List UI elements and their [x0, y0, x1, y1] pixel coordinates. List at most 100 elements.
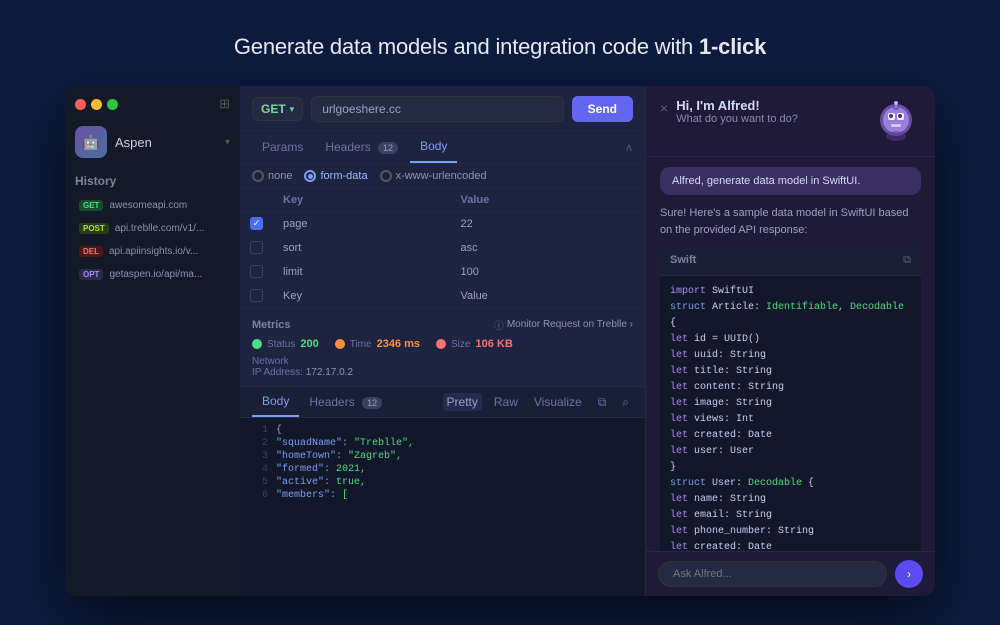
send-button[interactable]: Send	[572, 96, 633, 122]
size-value: 106 KB	[475, 338, 512, 350]
copy-icon[interactable]: ⧉	[594, 393, 611, 412]
radio-circle-none	[252, 170, 264, 182]
radio-none[interactable]: none	[252, 170, 292, 182]
url-bar: GET ▾ Send	[240, 86, 645, 131]
minimize-button[interactable]	[91, 99, 102, 110]
app-window: ⊞ 🤖 Aspen ▾ History GET awesomeapi.com P…	[65, 86, 935, 596]
alfred-greeting-sub: What do you want to do?	[676, 113, 871, 125]
method-label: GET	[261, 102, 286, 116]
code-line: 1{	[240, 424, 645, 437]
network-section: Network IP Address: 172.17.0.2	[252, 356, 633, 378]
response-tab-bar: Body Headers 12 Pretty Raw Visualize ⧉ ⌕	[240, 386, 645, 418]
ai-message: Sure! Here's a sample data model in Swif…	[660, 205, 921, 551]
list-item[interactable]: OPT getaspen.io/api/ma...	[71, 264, 234, 285]
swift-code-line: let phone_number: String	[670, 524, 911, 540]
search-icon[interactable]: ⌕	[618, 393, 633, 412]
alfred-header: × Hi, I'm Alfred! What do you want to do…	[646, 86, 935, 157]
radio-form-data[interactable]: form-data	[304, 170, 367, 182]
traffic-lights	[75, 99, 118, 110]
swift-code-line: let id = UUID()	[670, 332, 911, 348]
col-value-header: Value	[450, 189, 645, 212]
close-button[interactable]	[75, 99, 86, 110]
list-item[interactable]: POST api.treblle.com/v1/...	[71, 218, 234, 239]
alfred-robot-icon	[871, 98, 921, 148]
method-badge: POST	[79, 223, 109, 234]
tab-response-body[interactable]: Body	[252, 387, 299, 417]
raw-button[interactable]: Raw	[490, 393, 522, 411]
code-block: Swift ⧉ import SwiftUIstruct Article: Id…	[660, 246, 921, 551]
metric-status: Status 200	[252, 338, 319, 350]
tabs-chevron-icon[interactable]: ∧	[625, 141, 633, 154]
time-value: 2346 ms	[377, 338, 420, 350]
method-chevron-icon: ▾	[290, 104, 295, 115]
sidebar: ⊞ 🤖 Aspen ▾ History GET awesomeapi.com P…	[65, 86, 240, 596]
tab-bar: Params Headers 12 Body ∧	[240, 131, 645, 164]
swift-code-line: struct Article: Identifiable, Decodable …	[670, 300, 911, 332]
table-row[interactable]: ✓ page 22	[240, 212, 645, 236]
user-message: Alfred, generate data model in SwiftUI.	[660, 167, 921, 195]
body-options: none form-data x-www-urlencoded	[240, 164, 645, 189]
maximize-button[interactable]	[107, 99, 118, 110]
table-row[interactable]: sort asc	[240, 236, 645, 260]
monitor-link[interactable]: ⓘ Monitor Request on Treblle ›	[494, 317, 633, 332]
alfred-panel: × Hi, I'm Alfred! What do you want to do…	[645, 86, 935, 596]
table-row[interactable]: limit 100	[240, 260, 645, 284]
swift-code-line: struct User: Decodable {	[670, 476, 911, 492]
radio-none-label: none	[268, 170, 292, 182]
pretty-button[interactable]: Pretty	[443, 393, 482, 411]
radio-url-label: x-www-urlencoded	[396, 170, 487, 182]
history-url: api.treblle.com/v1/...	[115, 223, 204, 234]
code-view: 1{2 "squadName": "Treblle",3 "homeTown":…	[240, 418, 645, 596]
swift-code-line: let uuid: String	[670, 348, 911, 364]
history-url: awesomeapi.com	[109, 200, 187, 211]
swift-code-line: }	[670, 460, 911, 476]
copy-code-icon[interactable]: ⧉	[903, 252, 911, 269]
sidebar-toggle-icon[interactable]: ⊞	[219, 96, 230, 112]
alfred-input-bar: ›	[646, 551, 935, 596]
alfred-messages: Alfred, generate data model in SwiftUI. …	[646, 157, 935, 551]
code-line: 4 "formed": 2021,	[240, 463, 645, 476]
visualize-button[interactable]: Visualize	[530, 393, 586, 411]
profile-section[interactable]: 🤖 Aspen ▾	[65, 118, 240, 168]
metrics-title: Metrics	[252, 319, 291, 331]
radio-circle-form	[304, 170, 316, 182]
main-content: GET ▾ Send Params Headers 12 Body ∧	[240, 86, 645, 596]
swift-code-line: let created: Date	[670, 428, 911, 444]
status-value: 200	[300, 338, 318, 350]
close-icon[interactable]: ×	[660, 100, 668, 116]
list-item[interactable]: DEL api.apiinsights.io/v...	[71, 241, 234, 262]
swift-code-line: let views: Int	[670, 412, 911, 428]
code-line: 5 "active": true,	[240, 476, 645, 489]
table-row[interactable]: Key Value	[240, 284, 645, 308]
method-badge: OPT	[79, 269, 103, 280]
radio-circle-url	[380, 170, 392, 182]
swift-code-line: let title: String	[670, 364, 911, 380]
titlebar: ⊞	[65, 86, 240, 118]
swift-code-line: let content: String	[670, 380, 911, 396]
code-lang: Swift	[670, 252, 696, 269]
swift-code-line: let created: Date	[670, 540, 911, 552]
history-label: History	[65, 168, 240, 194]
url-input[interactable]	[311, 96, 563, 122]
params-table: Key Value ✓ page 22 sort asc limit 100 K…	[240, 189, 645, 308]
alfred-greeting: Hi, I'm Alfred! What do you want to do?	[676, 98, 871, 125]
tab-headers[interactable]: Headers 12	[315, 132, 408, 162]
swift-code-line: let image: String	[670, 396, 911, 412]
col-key-header: Key	[273, 189, 450, 212]
response-tools: Pretty Raw Visualize ⧉ ⌕	[443, 393, 633, 412]
swift-code-line: let name: String	[670, 492, 911, 508]
list-item[interactable]: GET awesomeapi.com	[71, 195, 234, 216]
tab-params[interactable]: Params	[252, 132, 313, 162]
tab-response-headers[interactable]: Headers 12	[299, 388, 392, 416]
headline: Generate data models and integration cod…	[234, 34, 766, 60]
alfred-input[interactable]	[658, 561, 887, 587]
code-line: 3 "homeTown": "Zagreb",	[240, 450, 645, 463]
tab-body[interactable]: Body	[410, 131, 457, 163]
method-badge: GET	[79, 200, 103, 211]
method-selector[interactable]: GET ▾	[252, 97, 303, 121]
metrics-section: Metrics ⓘ Monitor Request on Treblle › S…	[240, 308, 645, 386]
alfred-send-button[interactable]: ›	[895, 560, 923, 588]
code-line: 2 "squadName": "Treblle",	[240, 437, 645, 450]
code-block-header: Swift ⧉	[660, 246, 921, 276]
radio-urlencoded[interactable]: x-www-urlencoded	[380, 170, 487, 182]
